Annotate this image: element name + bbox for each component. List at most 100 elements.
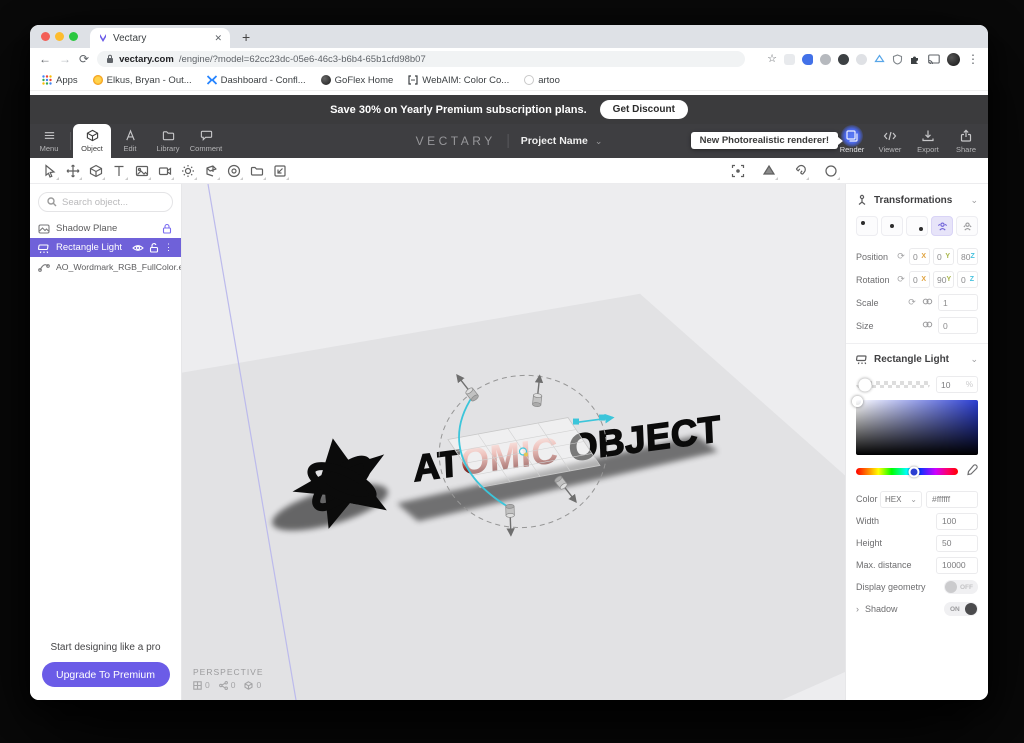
- transformations-header[interactable]: Transformations ⌄: [856, 191, 978, 209]
- object-row-wordmark[interactable]: AO_Wordmark_RGB_FullColor.eps Copy: [30, 257, 181, 276]
- search-input[interactable]: [62, 197, 164, 208]
- color-hex-input[interactable]: [926, 491, 978, 508]
- share-button[interactable]: Share: [947, 124, 985, 158]
- bookmark-star-icon[interactable]: ☆: [767, 54, 777, 65]
- position-x-field[interactable]: 0X: [909, 248, 930, 265]
- scene-canvas[interactable]: ATOMIC OBJECT: [182, 184, 845, 700]
- browser-menu-kebab-icon[interactable]: ⋮: [967, 53, 979, 65]
- display-geometry-toggle[interactable]: OFF: [944, 580, 978, 594]
- intensity-field[interactable]: 10 %: [936, 376, 978, 393]
- extension-icon-6[interactable]: [874, 54, 885, 65]
- collapse-chevron-icon[interactable]: ⌄: [970, 354, 978, 365]
- profile-avatar[interactable]: [947, 53, 960, 66]
- slider-knob[interactable]: [858, 378, 871, 391]
- hue-knob[interactable]: [909, 466, 920, 477]
- render-region-tool[interactable]: [819, 160, 842, 182]
- snap-tool[interactable]: [788, 160, 811, 182]
- picker-handle[interactable]: [852, 396, 863, 407]
- scale-field[interactable]: 1: [938, 294, 978, 311]
- forward-icon[interactable]: →: [59, 53, 71, 65]
- position-y-field[interactable]: 0Y: [933, 248, 954, 265]
- extension-icon-8[interactable]: [910, 54, 921, 65]
- text-tool[interactable]: [107, 160, 130, 182]
- bookmark-dashboard[interactable]: Dashboard - Confl...: [207, 75, 306, 86]
- reset-rotation-icon[interactable]: ⟳: [896, 274, 906, 285]
- bookmark-artoo[interactable]: artoo: [524, 75, 560, 86]
- upgrade-premium-button[interactable]: Upgrade To Premium: [42, 662, 170, 687]
- new-tab-button[interactable]: +: [242, 30, 250, 44]
- export-button[interactable]: Export: [909, 124, 947, 158]
- object-search[interactable]: [38, 192, 173, 212]
- reset-position-icon[interactable]: ⟳: [896, 251, 906, 262]
- import-tool[interactable]: [268, 160, 291, 182]
- bookmark-webaim[interactable]: WebAIM: Color Co...: [408, 75, 509, 86]
- select-tool[interactable]: [38, 160, 61, 182]
- extension-icon-4[interactable]: [838, 54, 849, 65]
- extension-icon-7[interactable]: [892, 54, 903, 65]
- size-field[interactable]: 0: [938, 317, 978, 334]
- color-saturation-picker[interactable]: [856, 400, 978, 455]
- width-input[interactable]: [936, 513, 978, 530]
- tab-library[interactable]: Library: [149, 124, 187, 158]
- primitive-tool[interactable]: [84, 160, 107, 182]
- expand-chevron-icon[interactable]: ›: [856, 604, 859, 614]
- extension-icon-5[interactable]: [856, 54, 867, 65]
- close-window-button[interactable]: [41, 32, 50, 41]
- image-tool[interactable]: [130, 160, 153, 182]
- row-kebab-icon[interactable]: ⋮: [164, 243, 173, 252]
- bookmark-goflex[interactable]: GoFlex Home: [321, 75, 394, 86]
- tab-object[interactable]: Object: [73, 124, 111, 158]
- bookmark-elkus[interactable]: Elkus, Bryan - Out...: [93, 75, 192, 86]
- folder-tool[interactable]: [245, 160, 268, 182]
- tab-close-icon[interactable]: ✕: [214, 34, 222, 43]
- transform-mode-local[interactable]: [931, 216, 953, 236]
- viewer-button[interactable]: Viewer: [871, 124, 909, 158]
- group-tool[interactable]: [199, 160, 222, 182]
- url-field[interactable]: vectary.com/engine/?model=62cc23dc-05e6-…: [97, 51, 745, 67]
- lock-icon[interactable]: [161, 223, 173, 235]
- get-discount-button[interactable]: Get Discount: [600, 100, 688, 119]
- menu-button[interactable]: Menu: [30, 124, 68, 158]
- light-section-header[interactable]: Rectangle Light ⌄: [856, 350, 978, 368]
- pivot-bottom-right[interactable]: [906, 216, 928, 236]
- extension-icon-2[interactable]: [802, 54, 813, 65]
- camera-tool[interactable]: [153, 160, 176, 182]
- zoom-window-button[interactable]: [69, 32, 78, 41]
- hue-slider[interactable]: [856, 468, 958, 475]
- gizmo-cyan-handle[interactable]: [599, 415, 605, 421]
- project-name[interactable]: Project Name: [521, 135, 588, 147]
- minimize-window-button[interactable]: [55, 32, 64, 41]
- object-row-rectangle-light[interactable]: Rectangle Light ⋮: [30, 238, 181, 257]
- viewport-3d[interactable]: ATOMIC OBJECT: [182, 184, 845, 700]
- pivot-top-left[interactable]: [856, 216, 878, 236]
- material-tool[interactable]: [222, 160, 245, 182]
- position-z-field[interactable]: 80Z: [957, 248, 978, 265]
- unlock-icon[interactable]: [148, 242, 160, 254]
- shadow-toggle[interactable]: ON: [944, 602, 978, 616]
- link-size-icon[interactable]: [922, 319, 933, 333]
- tab-comment[interactable]: Comment: [187, 124, 225, 158]
- intensity-slider[interactable]: [856, 381, 930, 388]
- eyedropper-icon[interactable]: [966, 464, 978, 479]
- pivot-center[interactable]: [881, 216, 903, 236]
- back-icon[interactable]: ←: [39, 53, 51, 65]
- collapse-chevron-icon[interactable]: ⌄: [970, 195, 978, 206]
- tab-edit[interactable]: Edit: [111, 124, 149, 158]
- reload-icon[interactable]: ⟳: [79, 53, 89, 65]
- browser-tab[interactable]: Vectary ✕: [90, 28, 230, 48]
- move-tool[interactable]: [61, 160, 84, 182]
- gizmo-cyan-handle[interactable]: [573, 419, 579, 425]
- bookmark-apps[interactable]: Apps: [42, 75, 78, 86]
- light-tool[interactable]: [176, 160, 199, 182]
- height-input[interactable]: [936, 535, 978, 552]
- link-scale-icon[interactable]: [922, 296, 933, 310]
- extension-icon-1[interactable]: [784, 54, 795, 65]
- extension-icon-3[interactable]: [820, 54, 831, 65]
- reset-scale-icon[interactable]: ⟳: [907, 297, 917, 308]
- max-distance-input[interactable]: [936, 557, 978, 574]
- object-row-shadow-plane[interactable]: Shadow Plane: [30, 219, 181, 238]
- rotation-y-field[interactable]: 90Y: [933, 271, 954, 288]
- project-chevron-down-icon[interactable]: ⌄: [595, 136, 603, 147]
- rotation-z-field[interactable]: 0Z: [957, 271, 978, 288]
- shading-tool[interactable]: [757, 160, 780, 182]
